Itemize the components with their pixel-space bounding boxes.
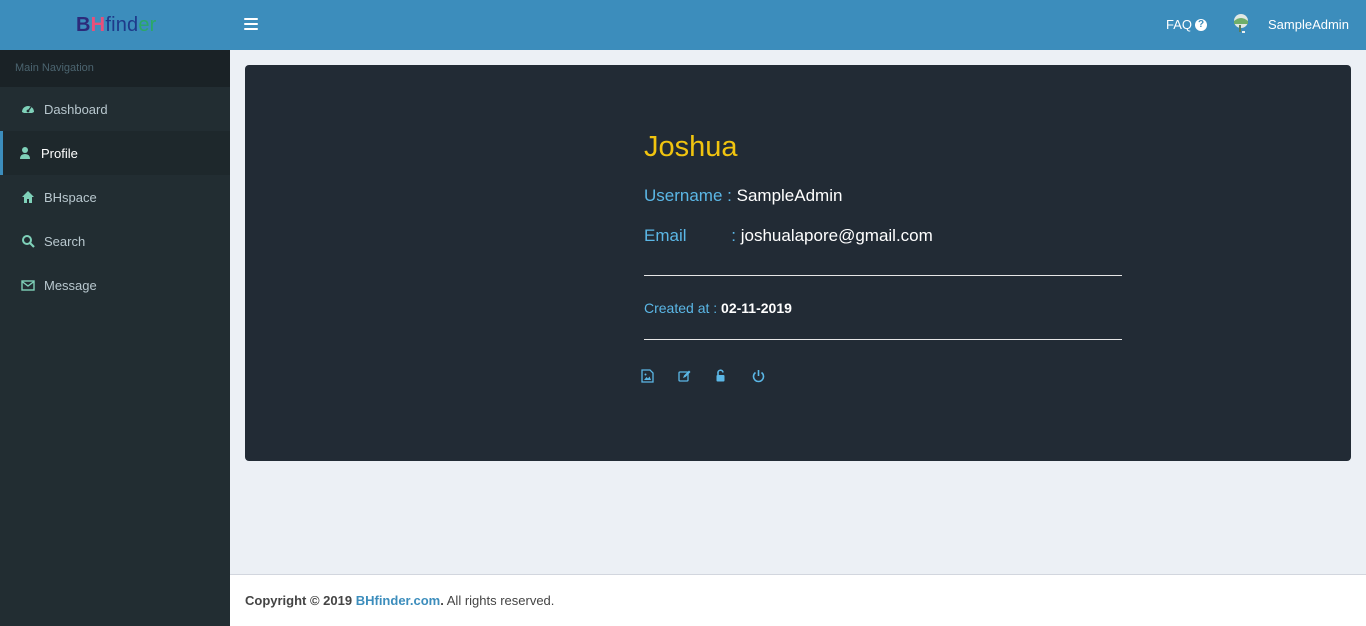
profile-card: Joshua Username : SampleAdmin Email : jo… — [245, 65, 1351, 461]
edit-profile-button[interactable] — [678, 369, 691, 383]
sidebar-item-label: Message — [44, 277, 97, 293]
sidebar-item-search[interactable]: Search — [0, 219, 230, 263]
sidebar-item-bhspace[interactable]: BHspace — [0, 175, 230, 219]
username-row: Username : SampleAdmin — [644, 186, 842, 206]
change-password-button[interactable] — [715, 369, 728, 383]
top-header: BHfinder FAQ ? SampleAdmin — [0, 0, 1366, 50]
home-icon — [21, 190, 35, 204]
sidebar-item-label: Profile — [41, 145, 78, 161]
faq-label: FAQ — [1166, 17, 1193, 32]
username-label: Username : — [644, 186, 732, 205]
sidebar-item-profile[interactable]: Profile — [0, 131, 230, 175]
sidebar-item-label: BHspace — [44, 189, 97, 205]
copyright-text: Copyright © 2019 — [245, 593, 356, 608]
sidebar-toggle-button[interactable] — [244, 18, 258, 30]
divider — [644, 275, 1122, 276]
created-label: Created at : — [644, 300, 718, 316]
logo[interactable]: BHfinder — [0, 0, 230, 50]
hamburger-icon-line — [244, 23, 258, 25]
search-icon — [21, 234, 35, 248]
image-icon — [641, 369, 654, 383]
user-icon — [18, 146, 32, 160]
hamburger-icon-line — [244, 28, 258, 30]
sidebar-item-label: Dashboard — [44, 101, 108, 117]
sidebar: Main Navigation Dashboard Profile BHspac… — [0, 50, 230, 626]
nav-header: Main Navigation — [0, 50, 230, 87]
logo-find: find — [105, 14, 139, 36]
question-circle-icon: ? — [1195, 18, 1208, 31]
sidebar-item-dashboard[interactable]: Dashboard — [0, 87, 230, 131]
power-icon — [752, 370, 765, 383]
user-menu[interactable]: SampleAdmin — [1232, 12, 1349, 36]
logo-letter-h: H — [90, 14, 106, 36]
dashboard-icon — [21, 102, 35, 116]
change-photo-button[interactable] — [641, 369, 654, 383]
avatar — [1232, 12, 1254, 36]
created-row: Created at : 02-11-2019 — [644, 300, 792, 316]
email-label: Email — [644, 226, 687, 245]
user-name: SampleAdmin — [1268, 16, 1349, 32]
footer: Copyright © 2019 BHfinder.com. All right… — [230, 574, 1366, 626]
created-value: 02-11-2019 — [721, 300, 792, 316]
footer-rights: All rights reserved. — [443, 593, 555, 608]
unlock-icon — [716, 369, 725, 382]
envelope-icon — [21, 278, 35, 292]
logo-letter-b: B — [76, 14, 91, 36]
hamburger-icon — [244, 18, 258, 20]
faq-link[interactable]: FAQ ? — [1166, 17, 1208, 32]
footer-link[interactable]: BHfinder.com — [356, 593, 441, 608]
profile-name: Joshua — [644, 131, 738, 163]
sidebar-item-message[interactable]: Message — [0, 263, 230, 307]
email-separator: : — [731, 226, 736, 245]
profile-actions — [641, 369, 789, 383]
email-value: joshualapore@gmail.com — [740, 226, 933, 245]
email-row: Email : joshualapore@gmail.com — [644, 226, 933, 246]
sidebar-item-label: Search — [44, 233, 86, 249]
edit-icon — [678, 370, 691, 382]
username-value: SampleAdmin — [736, 186, 843, 205]
logo-er: er — [138, 14, 157, 36]
divider — [644, 339, 1122, 340]
logout-button[interactable] — [752, 369, 765, 383]
